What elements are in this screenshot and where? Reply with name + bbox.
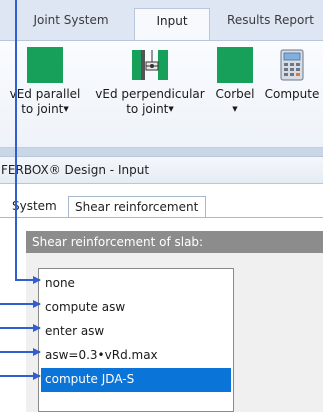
option-compute-jda-s[interactable]: compute JDA-S — [41, 368, 231, 392]
green-square-icon — [27, 47, 63, 83]
tab-results-report[interactable]: Results Report — [218, 8, 323, 40]
corbel-dropdown: ▼ — [210, 102, 260, 117]
tab-system[interactable]: System — [12, 196, 57, 218]
tab-input[interactable]: Input — [134, 8, 210, 40]
shear-reinforcement-panel: Shear reinforcement of slab: none comput… — [0, 218, 323, 412]
ribbon-tab-strip: Joint System Input Results Report — [0, 0, 323, 40]
panel-separator — [0, 148, 323, 156]
option-compute-asw[interactable]: compute asw — [41, 296, 231, 320]
option-asw-formula[interactable]: asw=0.3•vRd.max — [41, 344, 231, 368]
tab-shear-reinforcement[interactable]: Shear reinforcement — [68, 196, 206, 219]
ved-parallel-button[interactable]: vEd parallel to joint▼ — [2, 47, 88, 117]
joint-perpendicular-icon — [132, 47, 168, 83]
inner-tab-strip: System Shear reinforcement — [0, 184, 323, 219]
ved-perpendicular-label-2: to joint▼ — [90, 102, 210, 117]
green-square-icon — [217, 47, 253, 83]
shear-reinforcement-listbox[interactable]: none compute asw enter asw asw=0.3•vRd.m… — [38, 268, 234, 412]
compute-button[interactable]: Compute — [261, 47, 323, 102]
ved-perpendicular-label-2-text: to joint — [126, 102, 169, 116]
calculator-icon — [274, 47, 310, 83]
ved-perpendicular-label-1: vEd perpendicular — [95, 87, 205, 101]
chevron-down-icon: ▼ — [232, 105, 238, 113]
panel-title: FERBOX® Design - Input — [0, 156, 323, 184]
ved-parallel-label-2-text: to joint — [21, 102, 64, 116]
ribbon-panel: vEd parallel to joint▼ vEd perpendicular… — [0, 40, 323, 148]
chevron-down-icon: ▼ — [168, 105, 174, 113]
option-none[interactable]: none — [41, 272, 231, 296]
ved-parallel-label-1: vEd parallel — [9, 87, 81, 101]
corbel-button[interactable]: Corbel ▼ — [210, 47, 260, 117]
ved-parallel-label-2: to joint▼ — [2, 102, 88, 117]
chevron-down-icon: ▼ — [63, 105, 69, 113]
section-header: Shear reinforcement of slab: — [26, 231, 323, 253]
compute-label: Compute — [264, 87, 320, 101]
corbel-label: Corbel — [215, 87, 255, 101]
option-enter-asw[interactable]: enter asw — [41, 320, 231, 344]
ved-perpendicular-button[interactable]: vEd perpendicular to joint▼ — [90, 47, 210, 117]
tab-joint-system[interactable]: Joint System — [16, 8, 126, 40]
